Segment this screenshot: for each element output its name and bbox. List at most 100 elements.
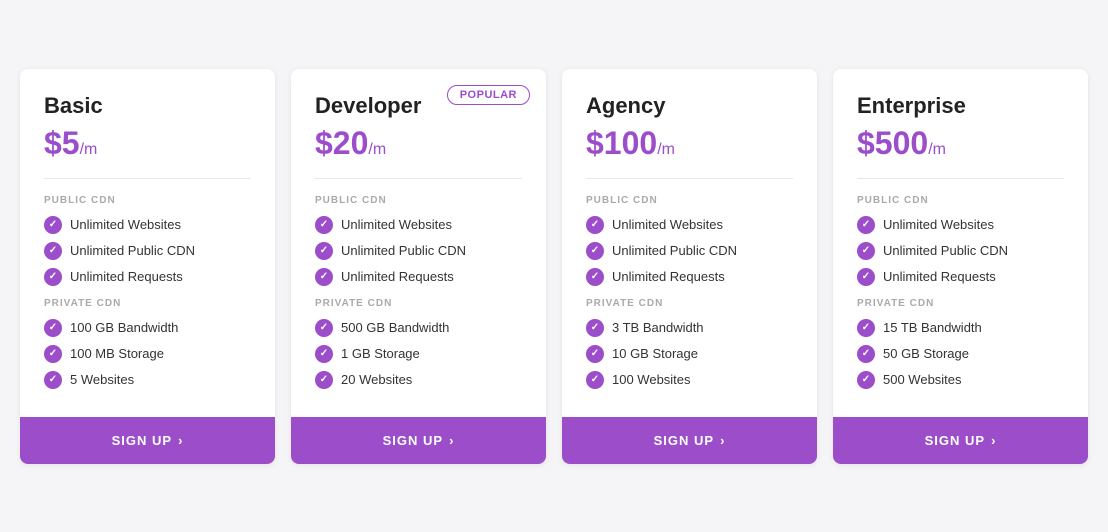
private-cdn-label: PRIVATE CDN <box>44 298 251 309</box>
check-icon <box>586 371 604 389</box>
plan-period: /m <box>80 141 98 158</box>
check-icon <box>586 345 604 363</box>
feature-text: 20 Websites <box>341 372 412 387</box>
feature-text: 10 GB Storage <box>612 346 698 361</box>
feature-item: Unlimited Public CDN <box>857 242 1064 260</box>
feature-item: 1 GB Storage <box>315 345 522 363</box>
check-icon <box>857 216 875 234</box>
check-icon <box>857 371 875 389</box>
check-icon <box>857 345 875 363</box>
popular-badge: POPULAR <box>447 85 530 105</box>
feature-item: 500 GB Bandwidth <box>315 319 522 337</box>
divider <box>44 178 251 179</box>
check-icon <box>44 216 62 234</box>
feature-text: 500 GB Bandwidth <box>341 320 449 335</box>
feature-text: Unlimited Websites <box>883 217 994 232</box>
plan-price: $100/m <box>586 125 793 162</box>
check-icon <box>857 268 875 286</box>
feature-text: Unlimited Public CDN <box>70 243 195 258</box>
plan-period: /m <box>368 141 386 158</box>
feature-text: Unlimited Public CDN <box>341 243 466 258</box>
feature-text: Unlimited Requests <box>883 269 996 284</box>
check-icon <box>44 371 62 389</box>
divider <box>586 178 793 179</box>
signup-button[interactable]: SIGN UP › <box>291 417 546 464</box>
signup-arrow-icon: › <box>449 433 454 448</box>
feature-item: Unlimited Websites <box>586 216 793 234</box>
feature-text: 100 GB Bandwidth <box>70 320 178 335</box>
public-cdn-label: PUBLIC CDN <box>857 195 1064 206</box>
private-cdn-label: PRIVATE CDN <box>857 298 1064 309</box>
signup-arrow-icon: › <box>178 433 183 448</box>
check-icon <box>315 216 333 234</box>
feature-item: Unlimited Websites <box>315 216 522 234</box>
check-icon <box>44 345 62 363</box>
signup-arrow-icon: › <box>720 433 725 448</box>
feature-item: Unlimited Requests <box>315 268 522 286</box>
private-cdn-label: PRIVATE CDN <box>315 298 522 309</box>
private-feature-list: 15 TB Bandwidth 50 GB Storage 500 Websit… <box>857 319 1064 389</box>
plan-name: Enterprise <box>857 93 1064 119</box>
feature-item: Unlimited Requests <box>857 268 1064 286</box>
plan-price: $20/m <box>315 125 522 162</box>
signup-label: SIGN UP <box>925 433 985 448</box>
feature-text: 500 Websites <box>883 372 962 387</box>
public-cdn-label: PUBLIC CDN <box>44 195 251 206</box>
plan-period: /m <box>657 141 675 158</box>
check-icon <box>315 319 333 337</box>
feature-text: 50 GB Storage <box>883 346 969 361</box>
check-icon <box>586 242 604 260</box>
feature-item: Unlimited Requests <box>44 268 251 286</box>
check-icon <box>44 319 62 337</box>
signup-button[interactable]: SIGN UP › <box>20 417 275 464</box>
check-icon <box>315 371 333 389</box>
feature-item: 100 Websites <box>586 371 793 389</box>
pricing-container: Basic $5/m PUBLIC CDN Unlimited Websites… <box>20 69 1088 464</box>
plan-name: Agency <box>586 93 793 119</box>
check-icon <box>857 242 875 260</box>
public-feature-list: Unlimited Websites Unlimited Public CDN … <box>44 216 251 286</box>
private-feature-list: 500 GB Bandwidth 1 GB Storage 20 Website… <box>315 319 522 389</box>
check-icon <box>315 345 333 363</box>
plan-name: Basic <box>44 93 251 119</box>
divider <box>315 178 522 179</box>
feature-item: 10 GB Storage <box>586 345 793 363</box>
signup-label: SIGN UP <box>654 433 714 448</box>
plan-price: $500/m <box>857 125 1064 162</box>
feature-text: 5 Websites <box>70 372 134 387</box>
feature-text: Unlimited Public CDN <box>883 243 1008 258</box>
feature-text: 100 Websites <box>612 372 691 387</box>
feature-text: 3 TB Bandwidth <box>612 320 704 335</box>
public-feature-list: Unlimited Websites Unlimited Public CDN … <box>857 216 1064 286</box>
check-icon <box>44 268 62 286</box>
divider <box>857 178 1064 179</box>
feature-item: 100 GB Bandwidth <box>44 319 251 337</box>
signup-button[interactable]: SIGN UP › <box>833 417 1088 464</box>
feature-item: Unlimited Websites <box>44 216 251 234</box>
signup-button[interactable]: SIGN UP › <box>562 417 817 464</box>
private-feature-list: 100 GB Bandwidth 100 MB Storage 5 Websit… <box>44 319 251 389</box>
feature-item: Unlimited Public CDN <box>586 242 793 260</box>
feature-text: Unlimited Requests <box>612 269 725 284</box>
check-icon <box>586 268 604 286</box>
public-cdn-label: PUBLIC CDN <box>586 195 793 206</box>
private-feature-list: 3 TB Bandwidth 10 GB Storage 100 Website… <box>586 319 793 389</box>
feature-item: Unlimited Websites <box>857 216 1064 234</box>
check-icon <box>44 242 62 260</box>
feature-item: 3 TB Bandwidth <box>586 319 793 337</box>
feature-item: 500 Websites <box>857 371 1064 389</box>
check-icon <box>315 242 333 260</box>
feature-item: 15 TB Bandwidth <box>857 319 1064 337</box>
signup-label: SIGN UP <box>383 433 443 448</box>
public-feature-list: Unlimited Websites Unlimited Public CDN … <box>586 216 793 286</box>
feature-item: 100 MB Storage <box>44 345 251 363</box>
feature-text: 15 TB Bandwidth <box>883 320 982 335</box>
feature-item: Unlimited Public CDN <box>44 242 251 260</box>
feature-text: Unlimited Public CDN <box>612 243 737 258</box>
feature-item: 50 GB Storage <box>857 345 1064 363</box>
public-cdn-label: PUBLIC CDN <box>315 195 522 206</box>
feature-text: Unlimited Websites <box>70 217 181 232</box>
check-icon <box>586 319 604 337</box>
check-icon <box>315 268 333 286</box>
private-cdn-label: PRIVATE CDN <box>586 298 793 309</box>
